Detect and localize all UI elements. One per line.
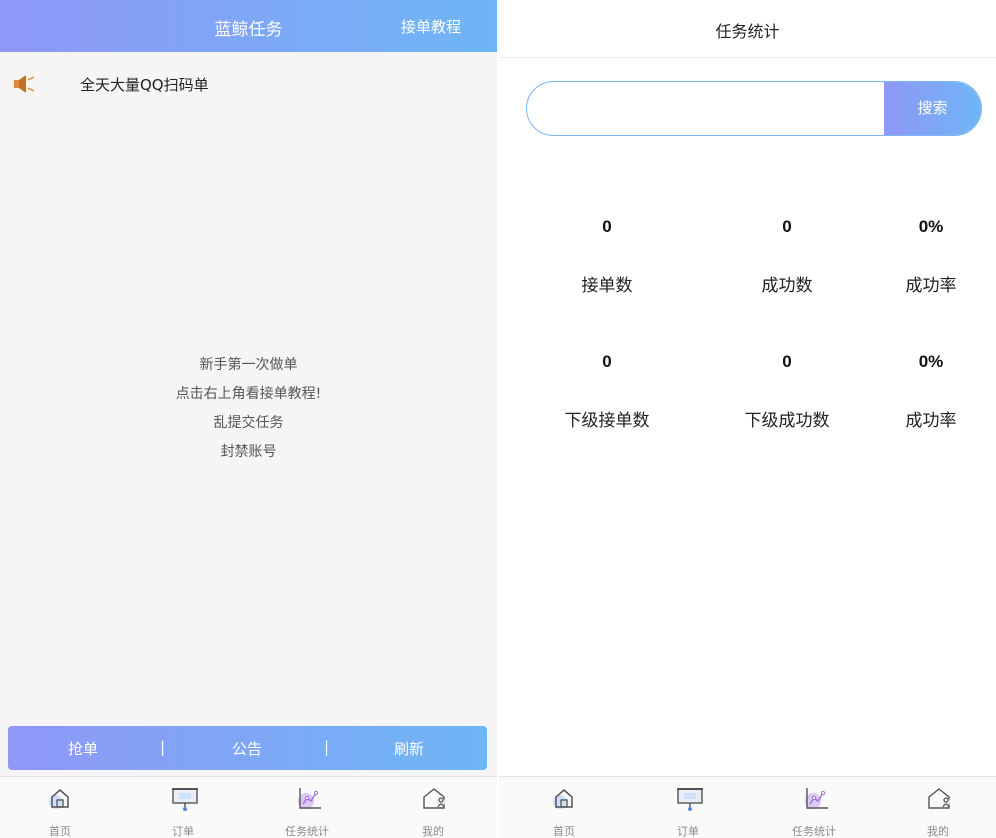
stat-value: 0 (602, 217, 612, 236)
chart-icon (298, 788, 321, 809)
tab-label: 首页 (553, 825, 575, 838)
new-user-warning: 新手第一次做单 点击右上角看接单教程! 乱提交任务 封禁账号 (0, 351, 497, 467)
tutorial-link[interactable]: 接单教程 (401, 16, 461, 37)
tab-home[interactable]: 首页 (519, 777, 609, 838)
stat-success: 0 成功数 (717, 217, 857, 296)
search-button[interactable]: 搜索 (884, 82, 981, 135)
profile-icon (423, 788, 445, 809)
stat-label: 接单数 (581, 276, 633, 296)
order-icon (172, 788, 198, 811)
grab-order-button[interactable]: 抢单 (68, 738, 98, 759)
tab-label: 首页 (49, 825, 71, 838)
tab-label: 任务统计 (285, 825, 329, 838)
stat-label: 成功率 (905, 411, 957, 431)
tab-label: 订单 (677, 825, 699, 838)
home-icon (553, 789, 573, 809)
tab-profile[interactable]: 我的 (388, 777, 478, 838)
tab-label: 任务统计 (792, 825, 836, 838)
warning-line: 封禁账号 (220, 444, 277, 460)
tab-label: 订单 (172, 825, 194, 838)
tab-orders[interactable]: 订单 (643, 777, 733, 838)
stat-value: 0% (918, 352, 944, 371)
tab-home[interactable]: 首页 (15, 777, 105, 838)
tab-label: 我的 (422, 825, 444, 838)
chart-icon (805, 788, 828, 809)
stat-label: 下级接单数 (564, 411, 650, 431)
home-screen: 蓝鲸任务 接单教程 全天大量QQ扫码单 新手第一次做单 点击右上角看接单教程! … (0, 0, 497, 838)
announcement-button[interactable]: 公告 (232, 738, 262, 759)
home-icon (49, 789, 69, 809)
speaker-icon (14, 75, 35, 93)
stat-label: 下级成功数 (744, 411, 830, 431)
task-stats-screen: 任务统计 搜索 0 接单数 0 成功数 0% 成功率 0 下级接单数 0 下级成… (499, 0, 996, 838)
separator: | (324, 738, 330, 756)
order-icon (677, 788, 703, 811)
stat-value: 0 (602, 352, 612, 371)
search-bar: 搜索 (526, 81, 982, 136)
tab-profile[interactable]: 我的 (893, 777, 983, 838)
stat-value: 0 (782, 352, 792, 371)
warning-line: 新手第一次做单 (199, 357, 298, 373)
notice-marquee-text: 全天大量QQ扫码单 (80, 76, 209, 94)
tab-label: 我的 (927, 825, 949, 838)
top-bar: 任务统计 (499, 0, 996, 58)
bottom-tabbar: 首页 订单 任务统计 我的 (499, 776, 996, 838)
stat-value: 0% (918, 217, 944, 236)
stat-orders: 0 接单数 (537, 217, 677, 296)
warning-line: 点击右上角看接单教程! (175, 386, 322, 402)
tab-task-stats[interactable]: 任务统计 (769, 777, 859, 838)
stat-sub-success: 0 下级成功数 (717, 352, 857, 431)
refresh-button[interactable]: 刷新 (394, 738, 424, 759)
notice-bar[interactable]: 全天大量QQ扫码单 (0, 60, 497, 108)
profile-icon (928, 788, 950, 809)
stat-label: 成功数 (761, 276, 813, 296)
page-title: 任务统计 (715, 22, 780, 41)
top-bar: 蓝鲸任务 接单教程 (0, 0, 497, 52)
bottom-tabbar: 首页 订单 任务统计 我的 (0, 776, 497, 838)
tab-orders[interactable]: 订单 (138, 777, 228, 838)
search-input[interactable] (527, 82, 885, 135)
separator: | (160, 738, 166, 756)
stat-success-rate: 0% 成功率 (861, 217, 996, 296)
stat-sub-orders: 0 下级接单数 (537, 352, 677, 431)
warning-line: 乱提交任务 (213, 415, 284, 431)
stat-sub-success-rate: 0% 成功率 (861, 352, 996, 431)
tab-task-stats[interactable]: 任务统计 (262, 777, 352, 838)
stat-value: 0 (782, 217, 792, 236)
action-bar: 抢单 | 公告 | 刷新 (8, 726, 487, 770)
stat-label: 成功率 (905, 276, 957, 296)
